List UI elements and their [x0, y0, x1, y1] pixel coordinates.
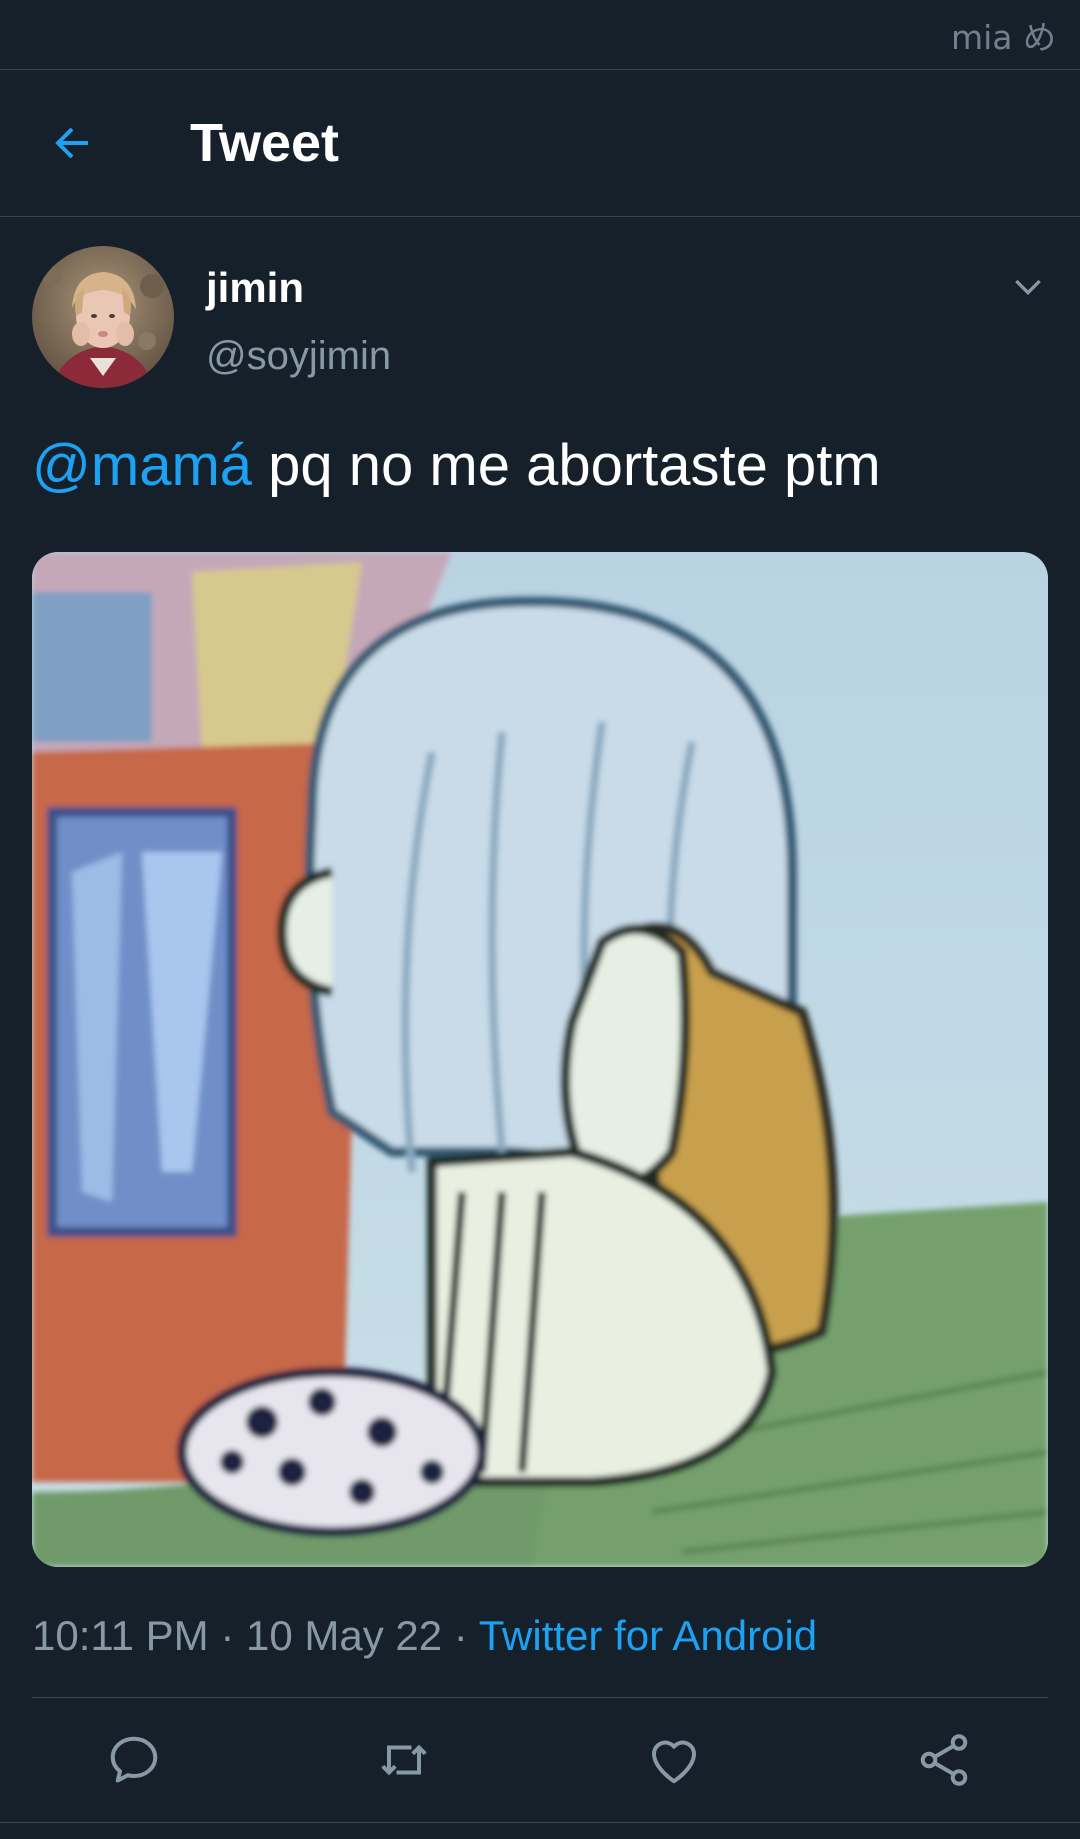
divider: [0, 1822, 1080, 1823]
meta-separator: ·: [442, 1612, 479, 1659]
tweet-time: 10:11 PM: [32, 1612, 209, 1659]
top-app-bar: Tweet: [0, 70, 1080, 217]
retweet-button[interactable]: [374, 1730, 434, 1790]
tweet-menu-button[interactable]: [1008, 266, 1048, 306]
watermark-text: mia め: [950, 17, 1056, 57]
mention-link[interactable]: @mamá: [32, 433, 252, 498]
author-handle[interactable]: @soyjimin: [206, 334, 391, 379]
divider: [32, 1697, 1048, 1698]
tweet-body: pq no me abortaste ptm: [252, 433, 881, 498]
share-icon: [920, 1734, 968, 1786]
heart-icon: [652, 1740, 696, 1784]
speech-bubble-icon: [110, 1736, 158, 1783]
tweet-page: mia め Tweet jimin @soyjimin @mamá pq no …: [0, 0, 1080, 1839]
tweet-actions: [0, 1730, 1080, 1796]
avatar[interactable]: [32, 246, 174, 388]
media-image: [32, 552, 1048, 1567]
avatar-image: [32, 246, 174, 388]
watermark-bar: mia め: [0, 0, 1080, 70]
arrow-left-icon: [55, 127, 88, 159]
tweet-date: 10 May 22: [245, 1612, 443, 1659]
like-button[interactable]: [644, 1730, 704, 1790]
page-title: Tweet: [190, 113, 340, 173]
author-name[interactable]: jimin: [206, 264, 304, 312]
retweet-icon: [381, 1744, 427, 1776]
tweet-source-link[interactable]: Twitter for Android: [479, 1612, 817, 1659]
tweet-media[interactable]: [32, 552, 1048, 1567]
meta-separator: ·: [208, 1612, 246, 1659]
tweet-text: @mamá pq no me abortaste ptm: [32, 432, 881, 499]
chevron-down-icon: [1015, 279, 1041, 296]
share-button[interactable]: [914, 1730, 974, 1790]
reply-button[interactable]: [104, 1730, 164, 1790]
back-button[interactable]: [44, 115, 100, 171]
tweet-metadata: 10:11 PM · 10 May 22 · Twitter for Andro…: [32, 1612, 817, 1660]
tweet-author: jimin @soyjimin: [32, 246, 1048, 388]
